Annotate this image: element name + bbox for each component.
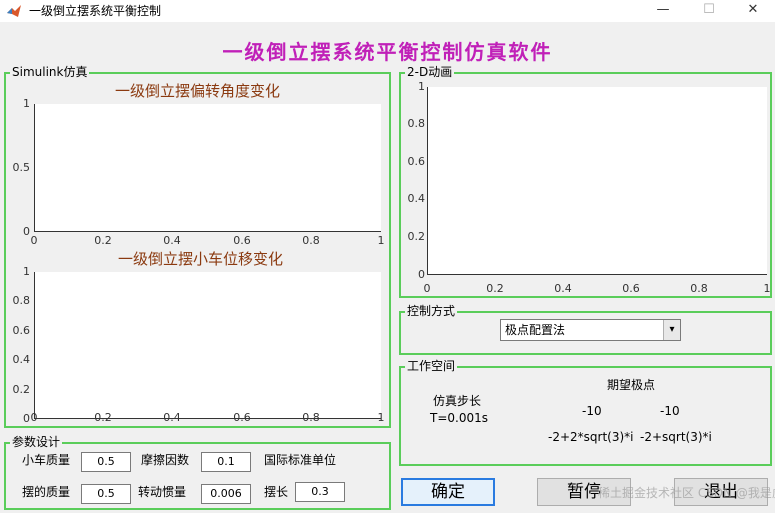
params-panel-title: 参数设计 xyxy=(10,435,63,450)
x-tick: 0.2 xyxy=(94,234,112,247)
watermark: 稀土掘金技术社区 CSDN @我是虎啸 xyxy=(598,486,775,500)
x-tick: 0.4 xyxy=(163,234,181,247)
y-tick: 0.8 xyxy=(407,117,426,130)
y-tick: 0.8 xyxy=(12,294,31,307)
confirm-button[interactable]: 确定 xyxy=(401,478,495,506)
y-tick: 1 xyxy=(23,97,30,110)
pole-value: -2+2*sqrt(3)*i xyxy=(548,430,634,444)
x-tick: 1 xyxy=(377,234,385,247)
x-tick: 0.6 xyxy=(233,411,251,424)
chevron-down-icon[interactable]: ▾ xyxy=(663,320,680,340)
cart-mass-input[interactable]: 0.5 xyxy=(81,452,131,472)
matlab-icon xyxy=(7,5,21,17)
animation-axes[interactable] xyxy=(427,87,767,275)
x-tick: 0.2 xyxy=(486,282,504,295)
x-tick: 0 xyxy=(30,411,38,424)
x-tick: 0.8 xyxy=(302,234,320,247)
y-tick: 0.6 xyxy=(12,324,31,337)
control-method-panel-title: 控制方式 xyxy=(405,304,458,319)
x-tick: 0.6 xyxy=(233,234,251,247)
pole-value: -10 xyxy=(660,404,680,418)
x-tick: 0.2 xyxy=(94,411,112,424)
workspace-panel-title: 工作空间 xyxy=(405,359,458,374)
control-method-value: 极点配置法 xyxy=(505,323,566,337)
sim-step-label: 仿真步长 xyxy=(433,394,482,408)
y-tick: 0.6 xyxy=(407,155,426,168)
x-tick: 0.8 xyxy=(690,282,708,295)
inertia-input[interactable]: 0.006 xyxy=(201,484,251,504)
friction-label: 摩擦因数 xyxy=(141,453,190,467)
maximize-button[interactable]: ☐ xyxy=(686,0,732,22)
displacement-plot-title: 一级倒立摆小车位移变化 xyxy=(118,250,284,268)
pole-value: -2+sqrt(3)*i xyxy=(640,430,712,444)
x-tick: 0.6 xyxy=(622,282,640,295)
angle-plot-axes[interactable] xyxy=(34,104,381,232)
x-tick: 1 xyxy=(377,411,385,424)
y-tick: 0.5 xyxy=(12,161,31,174)
pendulum-mass-label: 摆的质量 xyxy=(22,485,71,499)
animation-panel-title: 2-D动画 xyxy=(405,65,455,80)
y-tick: 0.4 xyxy=(407,192,426,205)
minimize-button[interactable]: — xyxy=(640,0,686,22)
x-tick: 0 xyxy=(30,234,38,247)
length-label: 摆长 xyxy=(264,485,289,499)
sim-step-value: T=0.001s xyxy=(430,411,488,425)
friction-input[interactable]: 0.1 xyxy=(201,452,251,472)
poles-label: 期望极点 xyxy=(607,378,656,392)
window-title: 一级倒立摆系统平衡控制 xyxy=(29,4,162,18)
y-tick: 1 xyxy=(418,80,425,93)
x-tick: 0.4 xyxy=(163,411,181,424)
displacement-plot-axes[interactable] xyxy=(34,272,381,419)
inertia-label: 转动惯量 xyxy=(138,485,187,499)
x-tick: 1 xyxy=(763,282,771,295)
y-tick: 0 xyxy=(418,268,425,281)
simulink-panel-title: Simulink仿真 xyxy=(10,65,90,80)
window-titlebar: 一级倒立摆系统平衡控制 — ☐ ✕ xyxy=(0,0,775,22)
app-heading: 一级倒立摆系统平衡控制仿真软件 xyxy=(222,40,553,64)
y-tick: 0.2 xyxy=(407,230,426,243)
y-tick: 0.4 xyxy=(12,353,31,366)
pendulum-mass-input[interactable]: 0.5 xyxy=(81,484,131,504)
x-tick: 0.4 xyxy=(554,282,572,295)
x-tick: 0 xyxy=(423,282,431,295)
y-tick: 1 xyxy=(23,265,30,278)
close-button[interactable]: ✕ xyxy=(730,0,775,22)
y-tick: 0.2 xyxy=(12,383,31,396)
si-units-label: 国际标准单位 xyxy=(264,453,337,467)
cart-mass-label: 小车质量 xyxy=(22,453,71,467)
angle-plot-title: 一级倒立摆偏转角度变化 xyxy=(115,82,281,100)
control-method-select[interactable]: 极点配置法 ▾ xyxy=(500,319,681,341)
length-input[interactable]: 0.3 xyxy=(295,482,345,502)
pole-value: -10 xyxy=(582,404,602,418)
x-tick: 0.8 xyxy=(302,411,320,424)
